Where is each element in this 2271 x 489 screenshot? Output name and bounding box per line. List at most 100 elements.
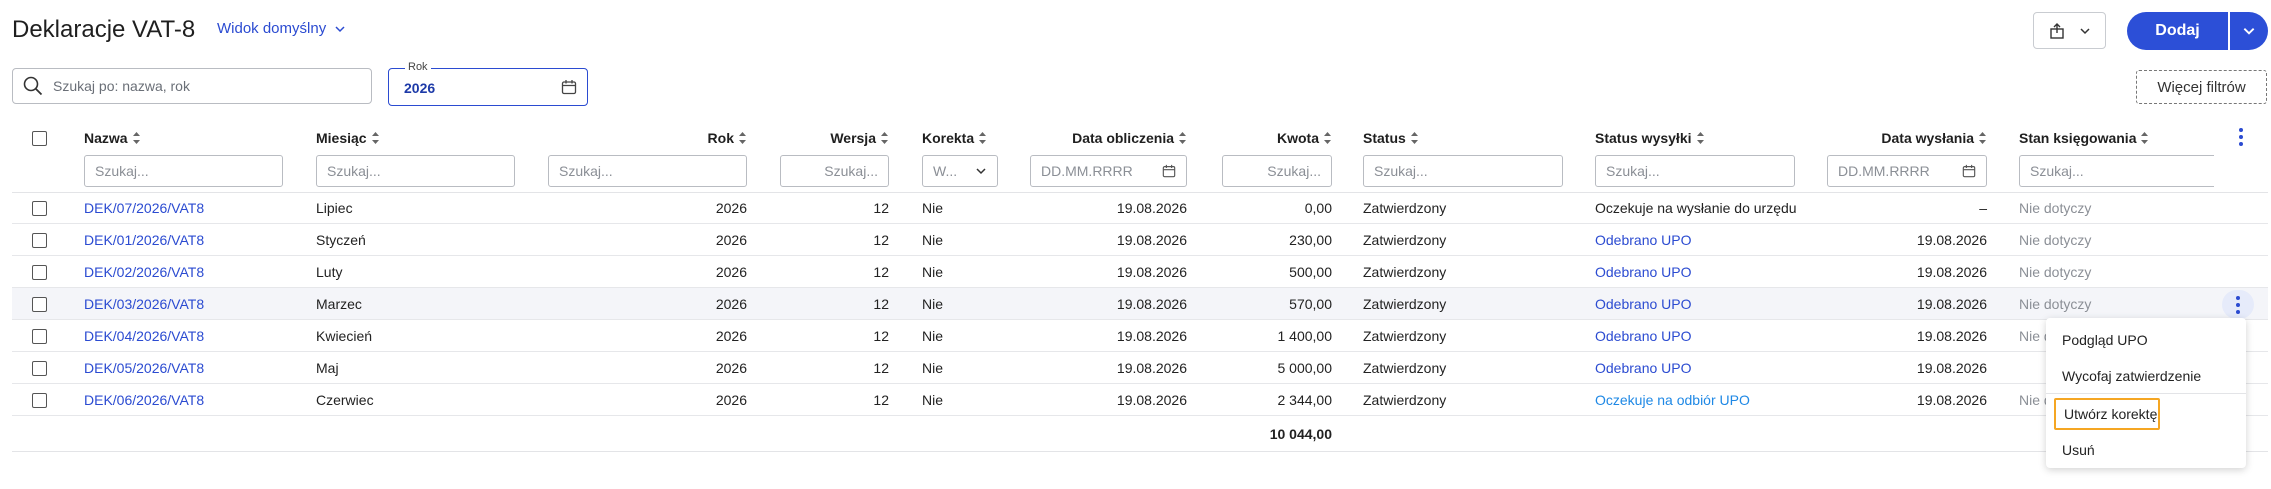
cell-rok: 2026 bbox=[715, 296, 747, 312]
row-checkbox[interactable] bbox=[32, 329, 47, 344]
table-row[interactable]: DEK/03/2026/VAT8 Marzec 2026 12 Nie 19.08.202… bbox=[12, 288, 2268, 320]
row-checkbox[interactable] bbox=[32, 265, 47, 280]
add-button[interactable]: Dodaj bbox=[2127, 12, 2228, 50]
chevron-down-icon bbox=[2243, 28, 2255, 35]
cell-korekta: Nie bbox=[922, 264, 944, 280]
cell-kwota: 5 000,00 bbox=[1277, 360, 1333, 376]
filter-status-wysylki[interactable]: Szukaj... bbox=[1595, 155, 1795, 187]
more-vertical-icon bbox=[2236, 295, 2240, 314]
column-header-data-obliczenia[interactable]: Data obliczenia bbox=[1030, 130, 1187, 146]
column-header-miesiac[interactable]: Miesiąc bbox=[316, 130, 380, 146]
cell-korekta: Nie bbox=[922, 232, 944, 248]
column-header-rok[interactable]: Rok bbox=[548, 130, 747, 146]
cell-status-wysylki[interactable]: Odebrano UPO bbox=[1595, 360, 1795, 376]
cell-data-obliczenia: 19.08.2026 bbox=[1116, 264, 1187, 280]
filter-korekta[interactable]: W... bbox=[922, 155, 998, 187]
view-selector-label: Widok domyślny bbox=[217, 20, 327, 37]
filter-kwota[interactable]: Szukaj... bbox=[1222, 155, 1332, 187]
cell-rok: 2026 bbox=[715, 360, 747, 376]
menu-item-utworz-korekte[interactable]: Utwórz korektę bbox=[2064, 406, 2157, 422]
cell-nazwa[interactable]: DEK/04/2026/VAT8 bbox=[84, 328, 283, 344]
cell-status-wysylki: Oczekuje na wysłanie do urzędu bbox=[1595, 200, 1797, 216]
menu-item-wycofaj-zatwierdzenie[interactable]: Wycofaj zatwierdzenie bbox=[2062, 368, 2201, 384]
filter-data-wyslania[interactable]: DD.MM.RRRR bbox=[1827, 155, 1987, 187]
cell-nazwa[interactable]: DEK/05/2026/VAT8 bbox=[84, 360, 283, 376]
cell-korekta: Nie bbox=[922, 296, 944, 312]
cell-data-wyslania: 19.08.2026 bbox=[1916, 392, 1987, 408]
sort-icon bbox=[1979, 132, 1986, 144]
row-actions-button-active[interactable] bbox=[2222, 290, 2254, 319]
menu-item-usun[interactable]: Usuń bbox=[2062, 442, 2095, 458]
cell-data-obliczenia: 19.08.2026 bbox=[1116, 232, 1187, 248]
cell-status-wysylki[interactable]: Odebrano UPO bbox=[1595, 328, 1795, 344]
cell-status-wysylki[interactable]: Odebrano UPO bbox=[1595, 232, 1795, 248]
filter-rok[interactable]: Szukaj... bbox=[548, 155, 747, 187]
row-checkbox[interactable] bbox=[32, 201, 47, 216]
cell-korekta: Nie bbox=[922, 200, 944, 216]
cell-nazwa[interactable]: DEK/02/2026/VAT8 bbox=[84, 264, 283, 280]
column-header-status-wysylki[interactable]: Status wysyłki bbox=[1595, 130, 1705, 146]
calendar-icon[interactable] bbox=[561, 79, 577, 95]
view-selector[interactable]: Widok domyślny bbox=[217, 20, 346, 37]
year-filter[interactable]: Rok 2026 bbox=[388, 61, 588, 106]
filter-miesiac[interactable]: Szukaj... bbox=[316, 155, 515, 187]
row-checkbox[interactable] bbox=[32, 233, 47, 248]
sort-icon bbox=[1696, 132, 1704, 144]
add-dropdown-button[interactable] bbox=[2230, 12, 2268, 50]
column-header-stan-ksiegowania[interactable]: Stan księgowania bbox=[2019, 130, 2149, 146]
calendar-icon[interactable] bbox=[1162, 164, 1176, 178]
table-row[interactable]: DEK/05/2026/VAT8 Maj 2026 12 Nie 19.08.2026 5 … bbox=[12, 352, 2268, 384]
cell-nazwa[interactable]: DEK/06/2026/VAT8 bbox=[84, 392, 283, 408]
filter-status[interactable]: Szukaj... bbox=[1363, 155, 1563, 187]
select-all-checkbox[interactable] bbox=[32, 131, 47, 146]
row-checkbox[interactable] bbox=[32, 361, 47, 376]
export-button[interactable] bbox=[2033, 12, 2106, 49]
column-header-nazwa[interactable]: Nazwa bbox=[84, 130, 141, 146]
column-header-status[interactable]: Status bbox=[1363, 130, 1419, 146]
search-input[interactable] bbox=[53, 78, 353, 94]
cell-data-wyslania: 19.08.2026 bbox=[1916, 264, 1987, 280]
search-field[interactable] bbox=[12, 68, 372, 104]
cell-nazwa[interactable]: DEK/01/2026/VAT8 bbox=[84, 232, 283, 248]
column-header-korekta[interactable]: Korekta bbox=[922, 130, 987, 146]
cell-nazwa[interactable]: DEK/07/2026/VAT8 bbox=[84, 200, 283, 216]
filter-data-obliczenia[interactable]: DD.MM.RRRR bbox=[1030, 155, 1187, 187]
table-row[interactable]: DEK/07/2026/VAT8 Lipiec 2026 12 Nie 19.08.202… bbox=[12, 192, 2268, 224]
calendar-icon[interactable] bbox=[1962, 164, 1976, 178]
cell-kwota: 570,00 bbox=[1289, 296, 1332, 312]
cell-status-wysylki[interactable]: Odebrano UPO bbox=[1595, 264, 1795, 280]
row-checkbox[interactable] bbox=[32, 297, 47, 312]
column-header-wersja[interactable]: Wersja bbox=[780, 130, 889, 146]
menu-item-podglad-upo[interactable]: Podgląd UPO bbox=[2062, 332, 2148, 348]
cell-nazwa[interactable]: DEK/03/2026/VAT8 bbox=[84, 296, 283, 312]
cell-miesiac: Maj bbox=[316, 360, 339, 376]
page-title: Deklaracje VAT-8 bbox=[12, 16, 196, 43]
cell-kwota: 500,00 bbox=[1289, 264, 1332, 280]
row-context-menu: Podgląd UPO Wycofaj zatwierdzenie Utwórz… bbox=[2046, 318, 2246, 468]
year-filter-label: Rok bbox=[405, 61, 431, 73]
cell-rok: 2026 bbox=[715, 200, 747, 216]
chevron-down-icon bbox=[2079, 27, 2090, 34]
filter-wersja[interactable]: Szukaj... bbox=[780, 155, 889, 187]
table-row[interactable]: DEK/06/2026/VAT8 Czerwiec 2026 12 Nie 19.08.2… bbox=[12, 384, 2268, 416]
cell-wersja: 12 bbox=[873, 200, 889, 216]
table-row[interactable]: DEK/01/2026/VAT8 Styczeń 2026 12 Nie 19.08.20… bbox=[12, 224, 2268, 256]
cell-wersja: 12 bbox=[873, 360, 889, 376]
sort-icon bbox=[132, 132, 140, 144]
more-filters-button[interactable]: Więcej filtrów bbox=[2136, 70, 2267, 104]
table-row[interactable]: DEK/04/2026/VAT8 Kwiecień 2026 12 Nie 19.08.2… bbox=[12, 320, 2268, 352]
sort-icon bbox=[1179, 132, 1186, 144]
cell-korekta: Nie bbox=[922, 328, 944, 344]
cell-status-wysylki[interactable]: Odebrano UPO bbox=[1595, 296, 1795, 312]
sort-icon bbox=[1324, 132, 1331, 144]
column-header-kwota[interactable]: Kwota bbox=[1222, 130, 1332, 146]
columns-menu-button[interactable] bbox=[2239, 128, 2243, 146]
row-checkbox[interactable] bbox=[32, 393, 47, 408]
filter-stan-ksiegowania[interactable]: Szukaj... bbox=[2019, 155, 2214, 187]
menu-separator bbox=[2046, 393, 2246, 394]
column-header-data-wyslania[interactable]: Data wysłania bbox=[1827, 130, 1987, 146]
filter-nazwa[interactable]: Szukaj... bbox=[84, 155, 283, 187]
table-row[interactable]: DEK/02/2026/VAT8 Luty 2026 12 Nie 19.08.2026 5… bbox=[12, 256, 2268, 288]
export-icon bbox=[2049, 22, 2064, 39]
cell-status-wysylki[interactable]: Oczekuje na odbiór UPO bbox=[1595, 392, 1795, 408]
